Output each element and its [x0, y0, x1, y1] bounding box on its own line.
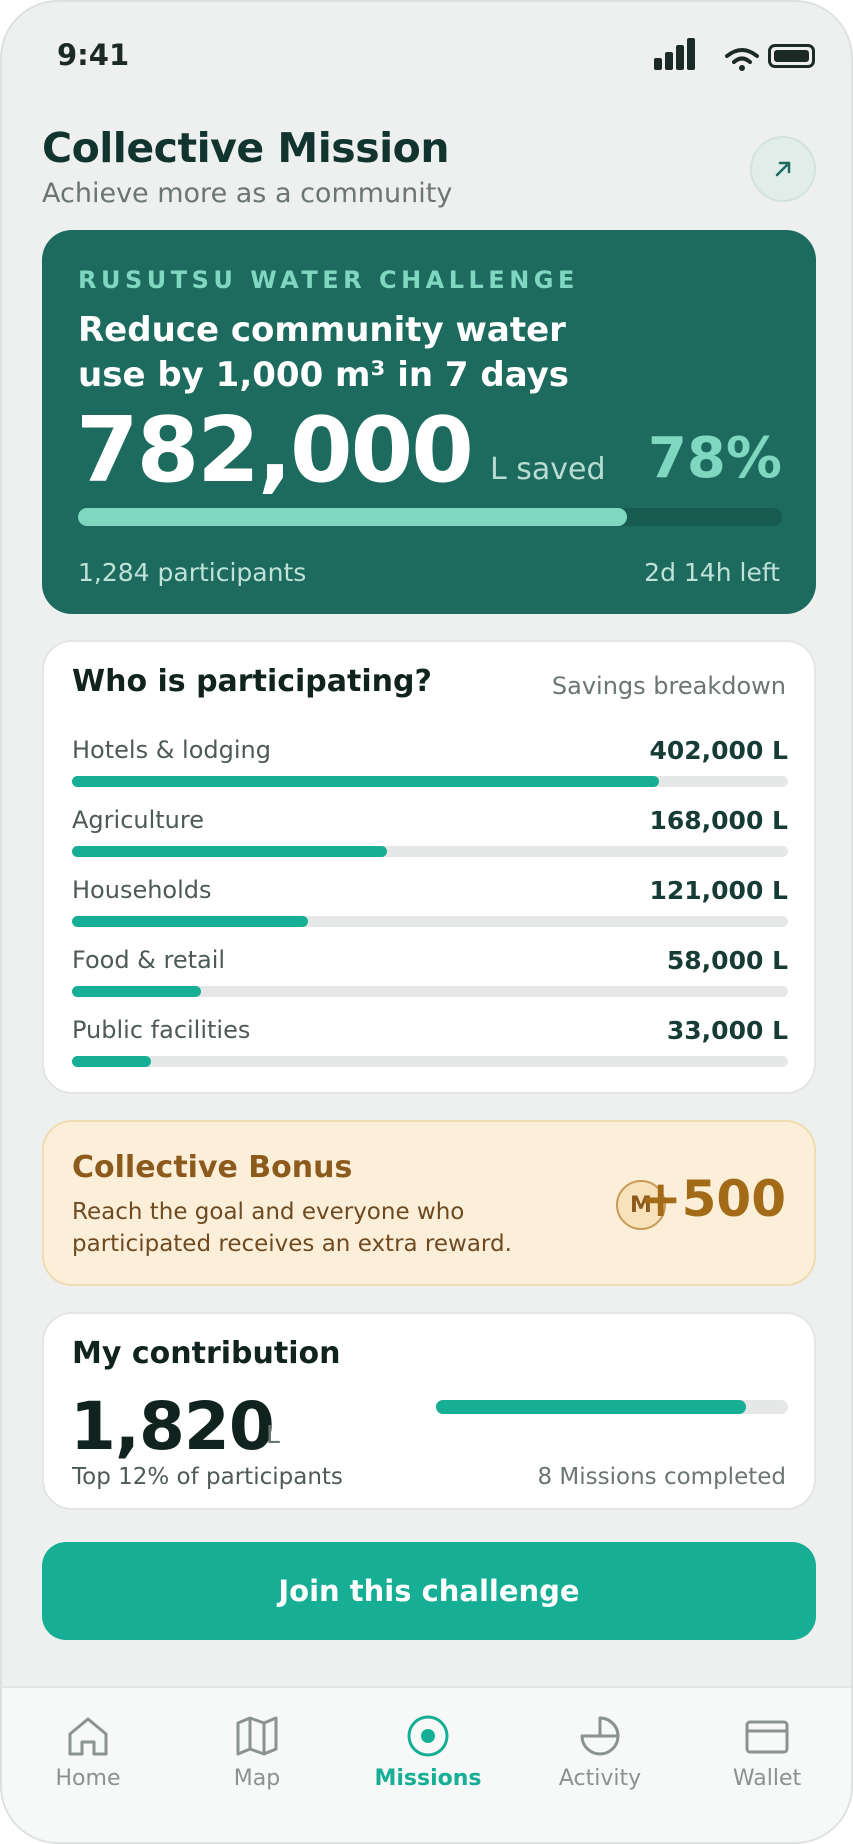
sector-value: 402,000 L — [649, 736, 788, 765]
sector-bar — [72, 776, 788, 787]
sector-label: Hotels & lodging — [72, 736, 271, 764]
sector-bar-fill — [72, 916, 309, 927]
nav-item-missions[interactable]: Missions — [353, 1714, 503, 1804]
missions-completed: 8 Missions completed — [537, 1464, 786, 1490]
contribution-unit: L — [266, 1420, 280, 1449]
bonus-title: Collective Bonus — [72, 1150, 353, 1185]
phone-screen: 9:41 Collective Mission Achieve more as … — [0, 0, 853, 1844]
bottom-nav: Home Map Missions Activity Wallet — [2, 1686, 851, 1842]
my-contribution-card: My contribution 1,820 L Top 12% of parti… — [42, 1312, 816, 1510]
challenge-progress-fill — [78, 508, 628, 526]
sector-value: 168,000 L — [649, 806, 788, 835]
arrow-up-right-icon — [775, 161, 791, 177]
participation-title: Who is participating? — [72, 664, 432, 699]
contribution-rank: Top 12% of participants — [72, 1464, 343, 1490]
challenge-card[interactable]: RUSUTSU WATER CHALLENGE Reduce community… — [42, 230, 816, 614]
participant-count: 1,284 participants — [78, 558, 307, 587]
battery-icon — [768, 44, 815, 68]
bonus-amount: +500 — [639, 1170, 786, 1228]
nav-item-map[interactable]: Map — [182, 1714, 332, 1804]
page-title: Collective Mission — [42, 124, 450, 172]
sector-value: 33,000 L — [666, 1016, 788, 1045]
sector-row: Agriculture 168,000 L — [72, 806, 788, 866]
sector-bar-fill — [72, 986, 201, 997]
sector-bar-fill — [72, 846, 388, 857]
nav-label: Missions — [374, 1766, 482, 1791]
contribution-progress-bar — [436, 1400, 788, 1414]
nav-label: Wallet — [732, 1766, 802, 1791]
challenge-name: RUSUTSU WATER CHALLENGE — [78, 266, 579, 294]
pie-chart-icon — [580, 1716, 620, 1756]
sector-row: Food & retail 58,000 L — [72, 946, 788, 1006]
sector-row: Public facilities 33,000 L — [72, 1016, 788, 1076]
sector-bar — [72, 916, 788, 927]
sector-label: Agriculture — [72, 806, 204, 834]
wallet-icon — [745, 1720, 789, 1754]
saved-total: 782,000 — [76, 398, 474, 503]
contribution-progress-fill — [436, 1400, 746, 1414]
nav-label: Home — [55, 1766, 121, 1791]
sector-label: Public facilities — [72, 1016, 251, 1044]
contribution-title: My contribution — [72, 1336, 341, 1371]
savings-breakdown-link[interactable]: Savings breakdown — [552, 672, 786, 700]
saved-unit: L saved — [490, 452, 606, 487]
nav-item-home[interactable]: Home — [13, 1714, 163, 1804]
share-button[interactable] — [750, 136, 816, 202]
nav-label: Map — [233, 1766, 281, 1791]
collective-bonus-card: Collective Bonus Reach the goal and ever… — [42, 1120, 816, 1286]
target-icon — [407, 1715, 449, 1757]
nav-item-wallet[interactable]: Wallet — [692, 1714, 842, 1804]
home-icon — [68, 1717, 108, 1756]
sector-bar — [72, 1056, 788, 1067]
progress-percent: 78% — [647, 426, 782, 491]
sector-value: 58,000 L — [666, 946, 788, 975]
sector-bar-fill — [72, 776, 660, 787]
wifi-icon — [725, 48, 759, 71]
map-icon — [236, 1716, 278, 1756]
sector-label: Households — [72, 876, 212, 904]
status-bar: 9:41 — [2, 2, 851, 112]
challenge-goal: Reduce community water use by 1,000 m³ i… — [78, 310, 570, 395]
sector-value: 121,000 L — [649, 876, 788, 905]
sector-bar-fill — [72, 1056, 151, 1067]
challenge-progress-bar — [78, 508, 782, 526]
sector-bar — [72, 846, 788, 857]
signal-icon — [654, 38, 698, 70]
bonus-description: Reach the goal and everyone who particip… — [72, 1199, 512, 1257]
nav-item-activity[interactable]: Activity — [525, 1714, 675, 1804]
sector-label: Food & retail — [72, 946, 226, 974]
sector-row: Hotels & lodging 402,000 L — [72, 736, 788, 796]
nav-label: Activity — [558, 1766, 642, 1791]
status-time: 9:41 — [57, 38, 130, 72]
sector-row: Households 121,000 L — [72, 876, 788, 936]
contribution-value: 1,820 — [70, 1388, 275, 1465]
participation-card: Who is participating? Savings breakdown … — [42, 640, 816, 1094]
time-remaining: 2d 14h left — [644, 558, 780, 587]
join-challenge-button[interactable]: Join this challenge — [42, 1542, 816, 1640]
page-subtitle: Achieve more as a community — [42, 178, 453, 209]
sector-bar — [72, 986, 788, 997]
